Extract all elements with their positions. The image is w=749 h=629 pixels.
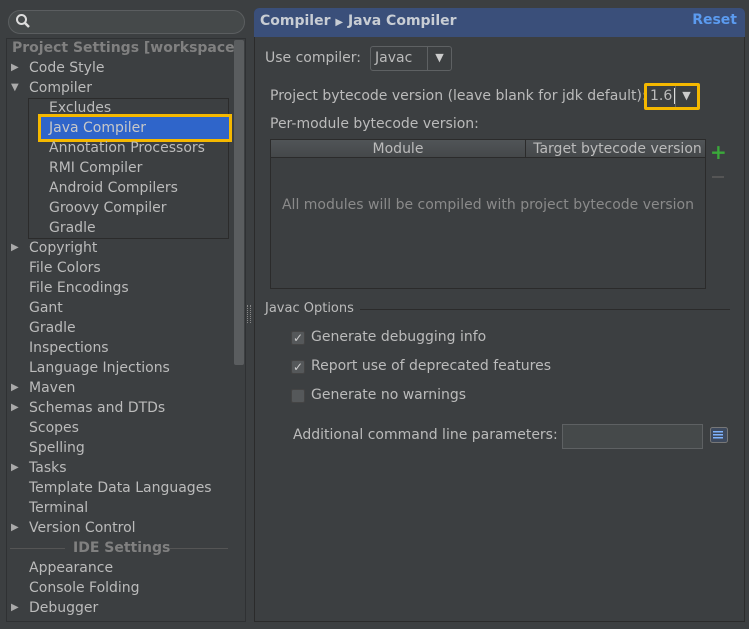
breadcrumb: Compiler ▶ Java Compiler xyxy=(260,13,457,29)
tree-item-debugger[interactable]: Debugger xyxy=(29,598,98,618)
search-icon xyxy=(16,14,30,28)
tree-item-appearance[interactable]: Appearance xyxy=(29,558,113,578)
bytecode-label: Project bytecode version (leave blank fo… xyxy=(270,88,647,104)
add-icon[interactable]: + xyxy=(710,140,727,164)
tree-item-spelling[interactable]: Spelling xyxy=(29,438,85,458)
project-settings-header: Project Settings [workspace] xyxy=(12,40,242,56)
collapsed-arrow-icon[interactable]: ▶ xyxy=(11,462,19,473)
tree-item-compiler-java-compiler[interactable]: Java Compiler xyxy=(49,118,146,138)
tree-item-compiler-excludes[interactable]: Excludes xyxy=(49,98,111,118)
tree-item-tasks[interactable]: Tasks xyxy=(29,458,67,478)
search-input[interactable] xyxy=(8,10,245,34)
use-compiler-dropdown[interactable]: Javac ▼ xyxy=(370,46,452,71)
breadcrumb-java-compiler: Java Compiler xyxy=(347,13,457,29)
section-divider xyxy=(360,309,730,310)
bytecode-version-dropdown[interactable]: 1.6 ▼ xyxy=(644,83,700,110)
table-header: Module Target bytecode version xyxy=(271,140,705,158)
tree-item-schemas-and-dtds[interactable]: Schemas and DTDs xyxy=(29,398,165,418)
checkbox-label[interactable]: Generate debugging info xyxy=(311,329,486,345)
tree-item-gant[interactable]: Gant xyxy=(29,298,63,318)
tree-item-console-folding[interactable]: Console Folding xyxy=(29,578,140,598)
checkbox-label[interactable]: Report use of deprecated features xyxy=(311,358,551,374)
tree-item-compiler-android-compilers[interactable]: Android Compilers xyxy=(49,178,178,198)
tree-item-file-colors[interactable]: File Colors xyxy=(29,258,101,278)
collapsed-arrow-icon[interactable]: ▶ xyxy=(11,522,19,533)
tree-item-compiler-gradle[interactable]: Gradle xyxy=(49,218,96,238)
ide-settings-header: IDE Settings xyxy=(73,540,171,556)
tree-scrollbar[interactable] xyxy=(234,40,244,365)
column-module[interactable]: Module xyxy=(271,140,526,158)
tree-item-language-injections[interactable]: Language Injections xyxy=(29,358,170,378)
checkbox-2[interactable] xyxy=(291,389,305,403)
params-input[interactable] xyxy=(562,424,703,449)
breadcrumb-compiler[interactable]: Compiler xyxy=(260,13,331,29)
chevron-down-icon: ▼ xyxy=(427,47,451,70)
panel-header: Compiler ▶ Java Compiler Reset xyxy=(254,8,745,37)
collapsed-arrow-icon[interactable]: ▶ xyxy=(11,402,19,413)
tree-item-code-style[interactable]: Code Style xyxy=(29,58,104,78)
per-module-table[interactable]: Module Target bytecode version All modul… xyxy=(270,139,706,289)
remove-icon[interactable] xyxy=(712,176,724,178)
params-label: Additional command line parameters: xyxy=(293,427,558,443)
collapsed-arrow-icon[interactable]: ▶ xyxy=(11,242,19,253)
tree-item-inspections[interactable]: Inspections xyxy=(29,338,109,358)
expand-editor-icon[interactable] xyxy=(710,427,728,443)
reset-link[interactable]: Reset xyxy=(692,12,737,28)
breadcrumb-arrow-icon: ▶ xyxy=(335,17,344,28)
collapsed-arrow-icon[interactable]: ▶ xyxy=(11,602,19,613)
use-compiler-value: Javac xyxy=(375,50,413,66)
tree-item-maven[interactable]: Maven xyxy=(29,378,75,398)
tree-item-compiler-groovy-compiler[interactable]: Groovy Compiler xyxy=(49,198,166,218)
checkbox-1[interactable]: ✓ xyxy=(291,360,305,374)
collapsed-arrow-icon[interactable]: ▶ xyxy=(11,62,19,73)
tree-item-compiler-annotation-processors[interactable]: Annotation Processors xyxy=(49,138,205,158)
use-compiler-label: Use compiler: xyxy=(265,50,362,66)
checkbox-label[interactable]: Generate no warnings xyxy=(311,387,466,403)
collapsed-arrow-icon[interactable]: ▶ xyxy=(11,382,19,393)
chevron-down-icon: ▼ xyxy=(675,86,697,107)
splitter-handle[interactable] xyxy=(247,305,251,323)
tree-item-scopes[interactable]: Scopes xyxy=(29,418,79,438)
per-module-label: Per-module bytecode version: xyxy=(270,116,479,132)
column-target-bytecode[interactable]: Target bytecode version xyxy=(530,140,705,158)
table-empty-text: All modules will be compiled with projec… xyxy=(281,197,694,213)
tree-item-compiler-rmi-compiler[interactable]: RMI Compiler xyxy=(49,158,142,178)
tree-item-file-encodings[interactable]: File Encodings xyxy=(29,278,129,298)
bytecode-version-value[interactable]: 1.6 xyxy=(650,88,676,104)
javac-options-title: Javac Options xyxy=(265,301,354,316)
tree-item-template-data-languages[interactable]: Template Data Languages xyxy=(29,478,212,498)
tree-item-copyright[interactable]: Copyright xyxy=(29,238,97,258)
tree-item-compiler[interactable]: Compiler xyxy=(29,78,92,98)
expanded-arrow-icon[interactable]: ▼ xyxy=(11,82,19,93)
checkbox-0[interactable]: ✓ xyxy=(291,331,305,345)
tree-item-terminal[interactable]: Terminal xyxy=(29,498,88,518)
tree-item-gradle[interactable]: Gradle xyxy=(29,318,76,338)
tree-item-version-control[interactable]: Version Control xyxy=(29,518,136,538)
